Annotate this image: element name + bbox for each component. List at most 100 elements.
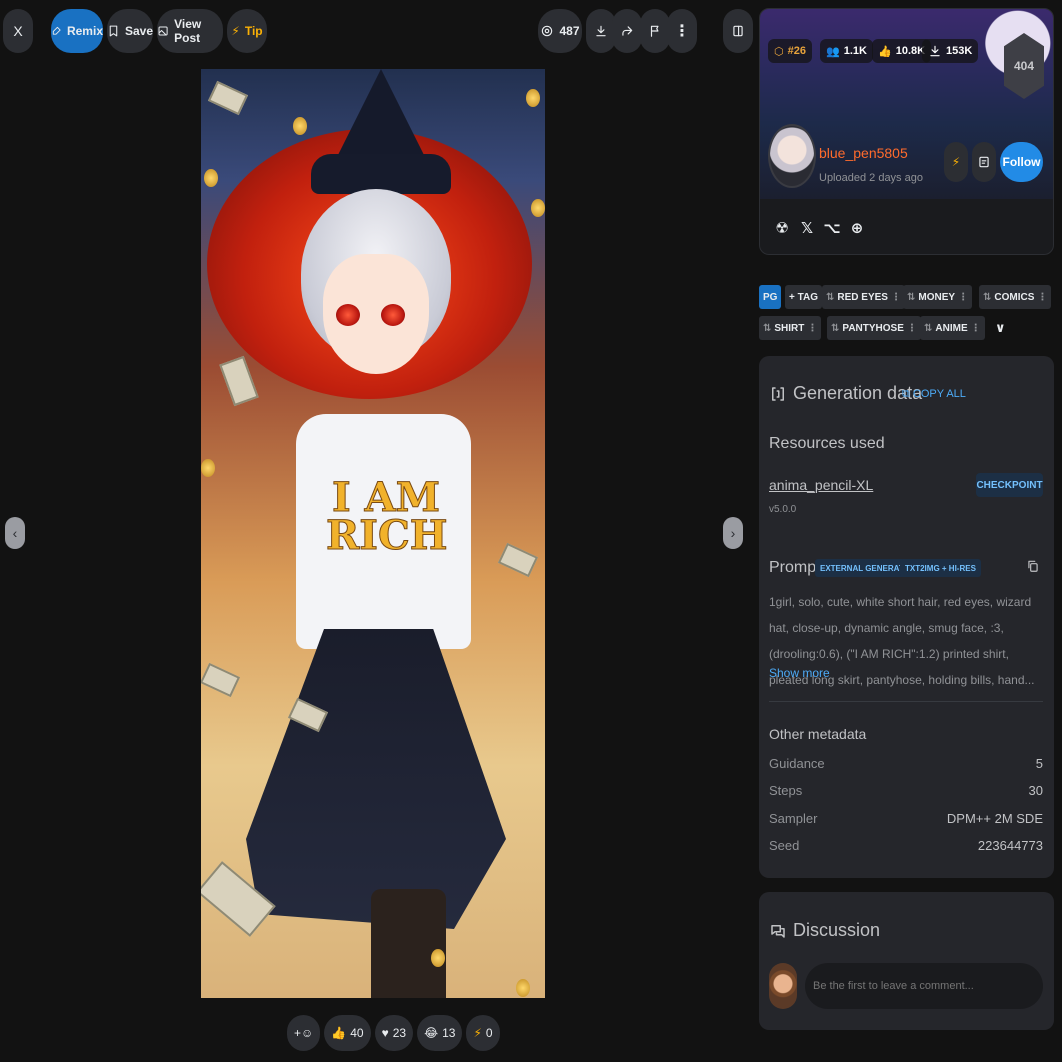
tip-creator-button[interactable]: ⚡ — [944, 142, 968, 182]
dots-vertical-icon[interactable]: ⋮ — [1037, 292, 1047, 303]
skirt — [246, 629, 506, 929]
divider — [769, 701, 1043, 702]
add-tag-label: + TAG — [789, 291, 818, 303]
username-link[interactable]: blue_pen5805 — [819, 145, 908, 161]
flag-icon — [650, 25, 659, 37]
left-eye — [336, 304, 360, 326]
tag-pantyhose[interactable]: ⇅ PANTYHOSE ⋮ — [827, 316, 921, 340]
creator-card: ⬡ #26 👥 1.1K 👍 10.8K 153K 404 blue_pen58… — [759, 8, 1054, 255]
tag-comics[interactable]: ⇅ COMICS ⋮ — [979, 285, 1052, 309]
view-post-label: View Post — [174, 17, 202, 45]
vote-arrows-icon: ⇅ — [831, 322, 840, 334]
vote-arrows-icon: ⇅ — [763, 322, 772, 334]
bill — [201, 662, 241, 698]
civitai-link-icon[interactable]: ☢ — [772, 217, 792, 239]
remix-button[interactable]: Remix — [51, 9, 103, 53]
resource-version: v5.0.0 — [769, 504, 797, 515]
tag-label: ANIME — [935, 322, 968, 334]
tag-anime[interactable]: ⇅ ANIME ⋮ — [920, 316, 985, 340]
tag-red-eyes[interactable]: ⇅ RED EYES ⋮ — [822, 285, 905, 309]
avatar[interactable] — [768, 124, 816, 188]
meta-row-sampler: Sampler DPM++ 2M SDE — [769, 811, 1043, 826]
dots-vertical-icon[interactable]: ⋮ — [891, 292, 901, 303]
show-more-link[interactable]: Show more — [769, 666, 830, 680]
dots-vertical-icon[interactable]: ⋮ — [971, 323, 981, 334]
next-image-button[interactable]: › — [723, 517, 743, 549]
other-metadata-title: Other metadata — [769, 726, 867, 742]
dots-vertical-icon[interactable]: ⋮ — [807, 323, 817, 334]
toggle-sidebar-button[interactable] — [723, 9, 753, 53]
thumbs-up-icon: 👍 — [331, 1026, 347, 1040]
website-link-icon[interactable]: ⊕ — [847, 217, 867, 239]
views-count: 487 — [559, 24, 580, 38]
add-reaction-label: +☺ — [294, 1026, 314, 1040]
meta-value: 5 — [1035, 756, 1043, 771]
expand-tags-button[interactable]: ∨ — [991, 316, 1010, 340]
tip-button[interactable]: ⚡ Tip — [227, 9, 267, 53]
rank-icon: ⬡ — [774, 45, 784, 58]
sidebar-icon — [733, 25, 743, 37]
shirt-text: I AM RICH — [326, 477, 449, 559]
rating-label: PG — [763, 291, 778, 303]
tag-money[interactable]: ⇅ MONEY ⋮ — [903, 285, 973, 309]
previous-image-button[interactable]: ‹ — [5, 517, 25, 549]
comment-input[interactable] — [805, 963, 1043, 1009]
rating-badge[interactable]: PG — [759, 285, 782, 309]
copy-prompt-button[interactable] — [1026, 559, 1040, 578]
dots-vertical-icon[interactable]: ⋮ — [958, 292, 968, 303]
resource-link[interactable]: anima_pencil-XL — [769, 477, 873, 493]
save-button[interactable]: Save — [107, 9, 153, 53]
like-count: 40 — [350, 1026, 364, 1040]
users-icon: 👥 — [826, 45, 840, 58]
github-link-icon[interactable]: ⌥ — [822, 217, 842, 239]
buzz-reaction[interactable]: ⚡ 0 — [466, 1015, 500, 1051]
add-reaction-button[interactable]: +☺ — [287, 1015, 321, 1051]
bolt-icon: ⚡ — [473, 1026, 482, 1040]
copy-icon: ⧉ — [902, 388, 910, 400]
add-tag-button[interactable]: + TAG — [785, 285, 822, 309]
dots-vertical-icon[interactable]: ⋮ — [907, 323, 917, 334]
rank-badge: 404 — [1004, 33, 1044, 99]
coin — [201, 459, 215, 477]
heart-icon: ♥ — [381, 1026, 389, 1040]
shirt-text-line2: RICH — [326, 512, 449, 559]
follow-button[interactable]: Follow — [1000, 142, 1043, 182]
tag-label: MONEY — [918, 291, 956, 303]
laugh-reaction[interactable]: 😂 13 — [417, 1015, 463, 1051]
tip-label: Tip — [244, 24, 263, 38]
views-button[interactable]: 487 — [538, 9, 582, 53]
share-icon — [622, 26, 633, 36]
tag-shirt[interactable]: ⇅ SHIRT ⋮ — [759, 316, 822, 340]
chevron-left-icon: ‹ — [12, 525, 18, 541]
x-link-icon[interactable]: 𝕏 — [797, 217, 817, 239]
coin — [531, 199, 545, 217]
copy-all-button[interactable]: ⧉ COPY ALL — [902, 388, 966, 401]
heart-reaction[interactable]: ♥ 23 — [374, 1015, 414, 1051]
meta-value: 223644773 — [977, 838, 1043, 853]
message-button[interactable] — [972, 142, 996, 182]
coin — [526, 89, 540, 107]
bolt-icon: ⚡ — [951, 155, 961, 169]
laugh-count: 13 — [442, 1026, 456, 1040]
legs — [371, 889, 446, 998]
bookmark-icon — [109, 25, 118, 37]
rank-stat: ⬡ #26 — [768, 39, 812, 63]
view-post-button[interactable]: View Post — [157, 9, 223, 53]
bill — [207, 80, 249, 116]
meta-row-seed: Seed 223644773 — [769, 838, 1043, 853]
bolt-icon: ⚡ — [231, 24, 240, 38]
coin — [293, 117, 307, 135]
tag-label: PANTYHOSE — [842, 322, 904, 334]
laugh-icon: 😂 — [424, 1026, 439, 1040]
close-label: X — [13, 23, 23, 39]
like-reaction[interactable]: 👍 40 — [324, 1015, 371, 1051]
tag-label: RED EYES — [837, 291, 888, 303]
share-button[interactable] — [612, 9, 642, 53]
meta-value: 30 — [1028, 783, 1043, 798]
more-button[interactable]: ⋮ — [667, 9, 697, 53]
vote-arrows-icon: ⇅ — [826, 291, 835, 303]
close-button[interactable]: X — [3, 9, 33, 53]
report-button[interactable] — [640, 9, 670, 53]
remix-label: Remix — [66, 24, 103, 38]
followers-value: 1.1K — [843, 45, 867, 57]
